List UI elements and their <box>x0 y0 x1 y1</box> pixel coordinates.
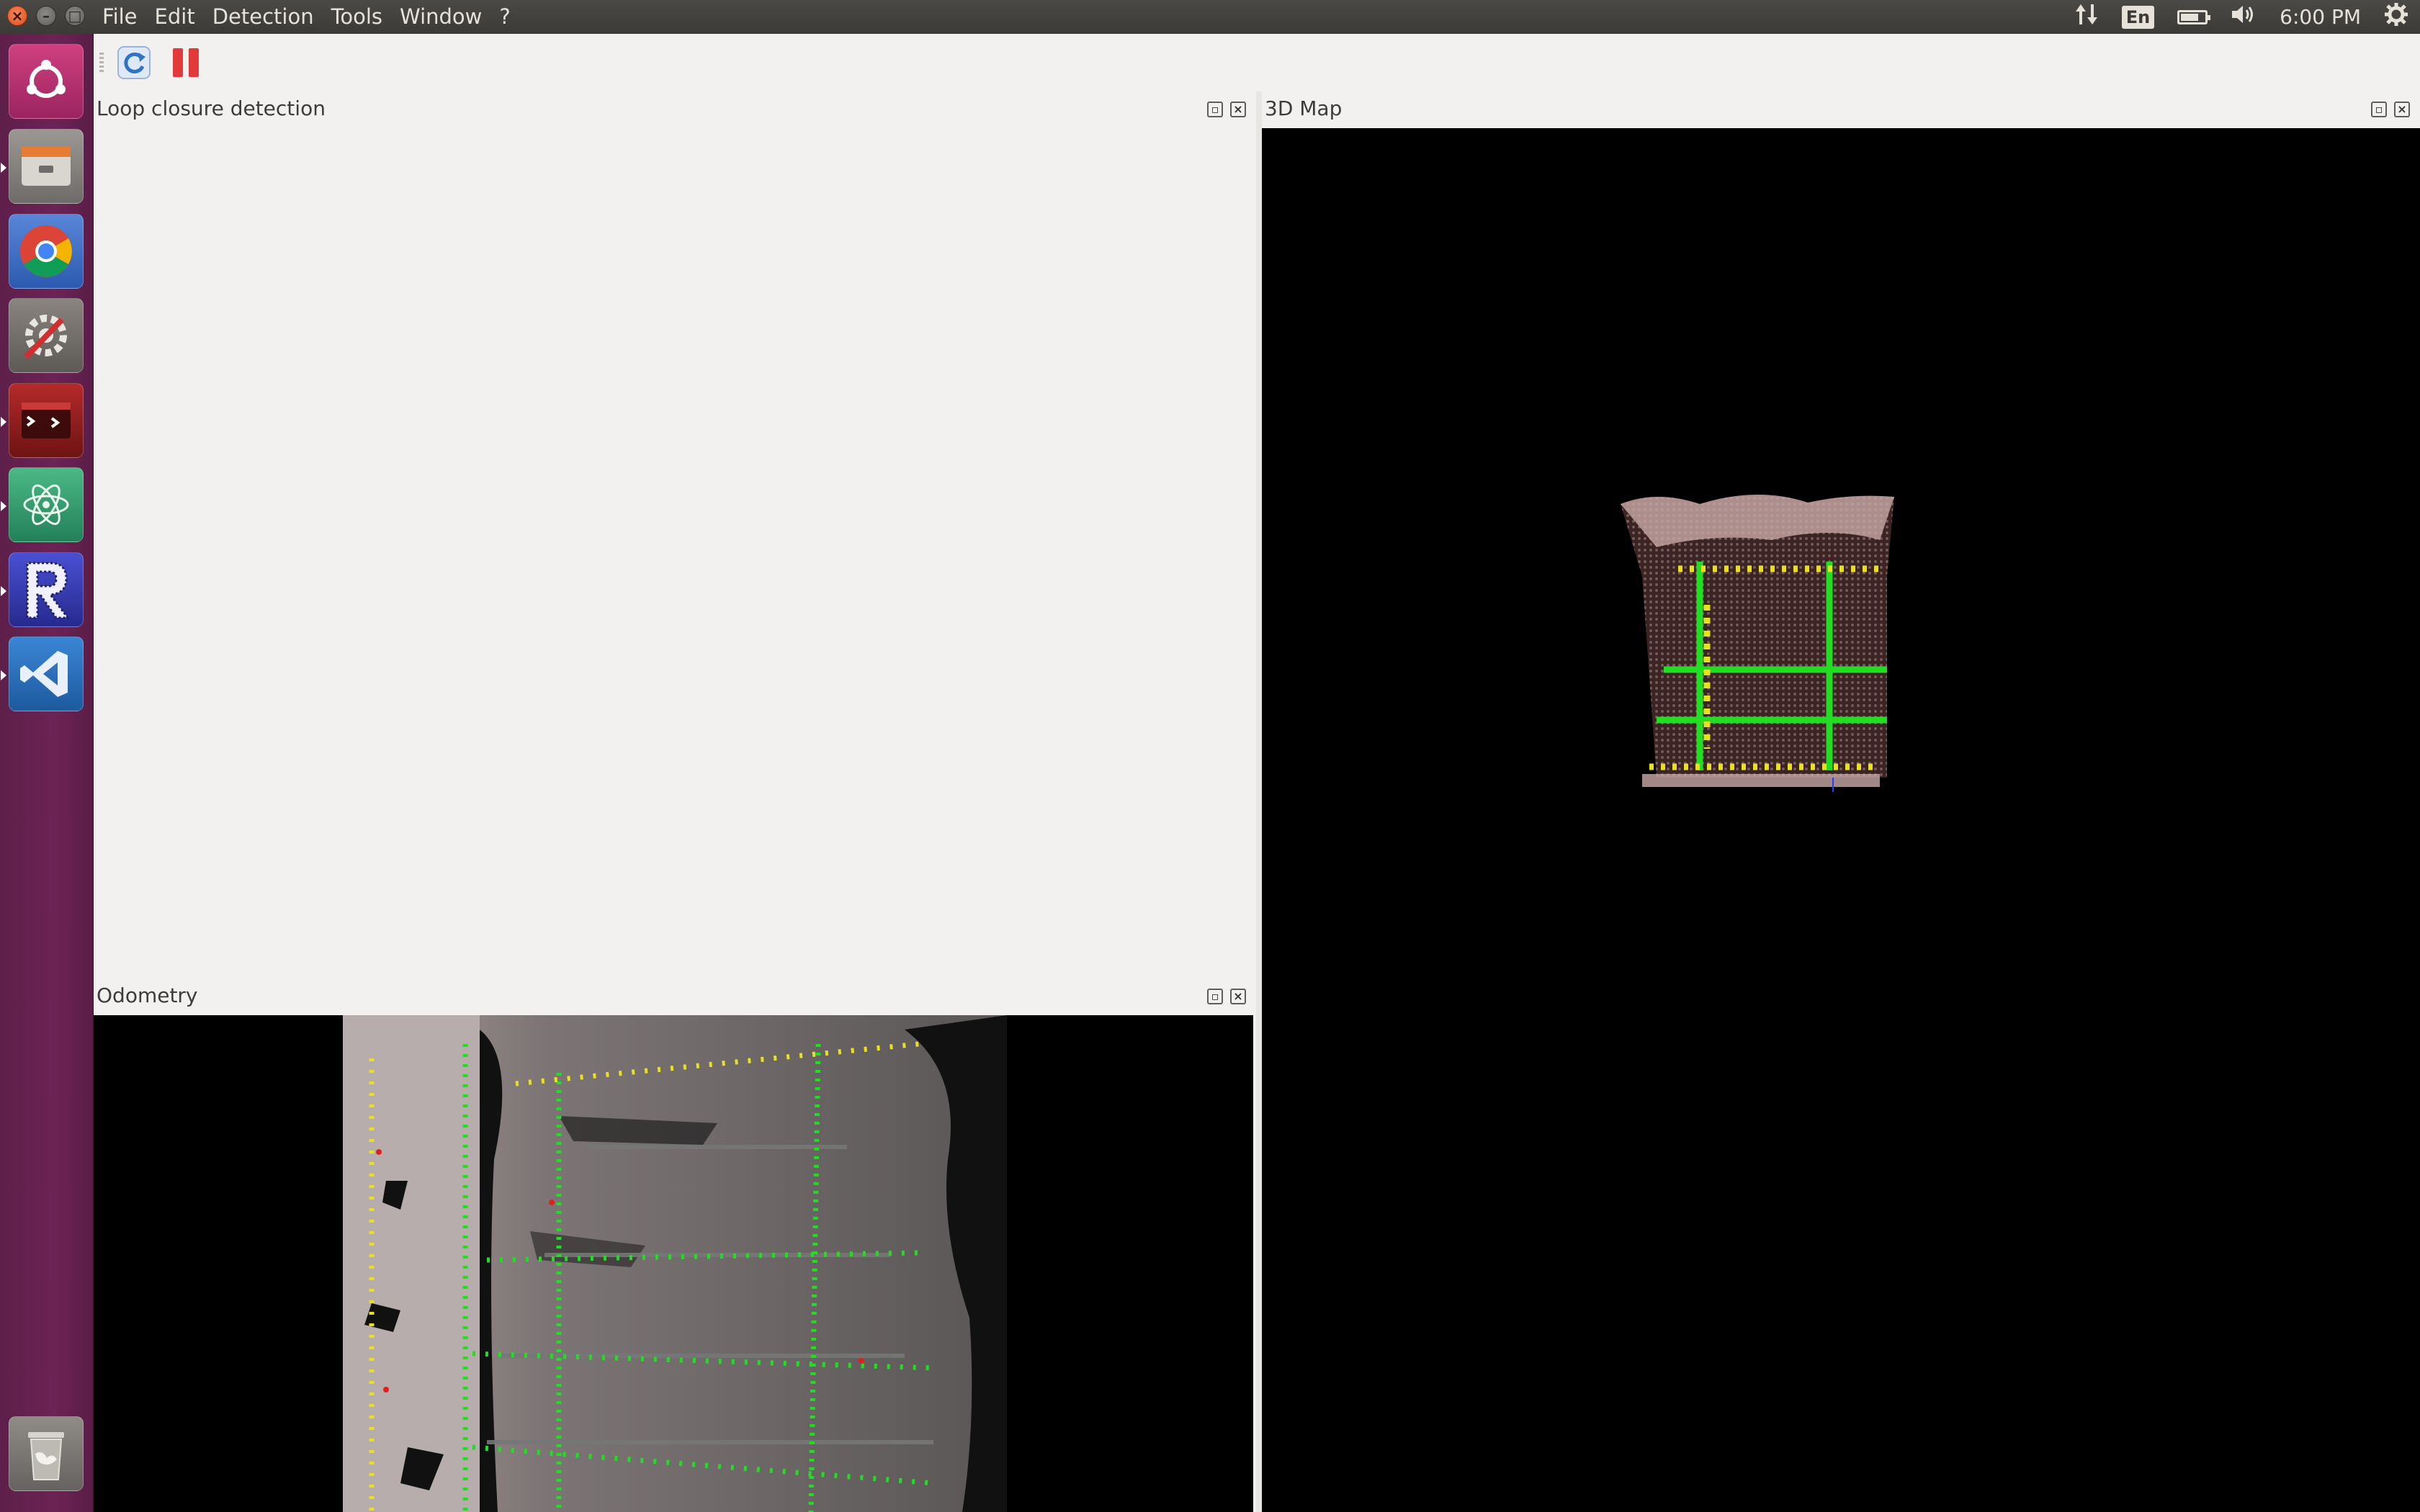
files-icon[interactable] <box>1 129 84 204</box>
menu-edit[interactable]: Edit <box>146 0 204 34</box>
refresh-button[interactable] <box>117 45 151 80</box>
rtabmap-icon[interactable] <box>1 552 84 627</box>
loop-closure-dock-buttons: ▫ × <box>1207 102 1246 117</box>
menu-help[interactable]: ? <box>490 0 519 34</box>
network-transfer-icon[interactable] <box>2074 3 2099 31</box>
map3d-panel-title: 3D Map <box>1265 96 1343 120</box>
system-settings-icon[interactable] <box>9 298 84 373</box>
pause-icon <box>173 48 199 77</box>
map3d-float-button[interactable]: ▫ <box>2371 102 2387 117</box>
minimize-icon: – <box>42 7 50 24</box>
odometry-panel-title: Odometry <box>97 984 198 1007</box>
dock-splitter[interactable] <box>1256 91 1262 1512</box>
odometry-dock-buttons: ▫ × <box>1207 989 1246 1004</box>
map3d-close-button[interactable]: × <box>2394 102 2410 117</box>
gear-icon[interactable] <box>2384 2 2408 32</box>
menu-tools[interactable]: Tools <box>323 0 391 34</box>
odometry-float-button[interactable]: ▫ <box>1207 989 1223 1004</box>
close-icon: × <box>11 7 24 24</box>
battery-icon[interactable] <box>2177 9 2211 24</box>
loop-closure-panel-title: Loop closure detection <box>97 96 326 120</box>
maximize-icon: □ <box>68 7 82 24</box>
map3d-view[interactable] <box>1262 128 2420 1512</box>
loop-closure-view[interactable] <box>94 126 1253 968</box>
loop-closure-float-button[interactable]: ▫ <box>1207 102 1223 117</box>
indicator-area: En 6:00 PM <box>2063 0 2420 34</box>
loop-closure-close-button[interactable]: × <box>1230 102 1246 117</box>
odometry-camera-image <box>343 1015 1007 1512</box>
terminal-icon[interactable] <box>1 383 84 458</box>
main-toolbar <box>94 34 2420 91</box>
atom-icon[interactable] <box>1 467 84 542</box>
unity-launcher <box>0 34 94 1512</box>
keyboard-language-indicator[interactable]: En <box>2121 5 2155 29</box>
point-cloud-render <box>1621 494 1894 792</box>
odometry-close-button[interactable]: × <box>1230 989 1246 1004</box>
clock[interactable]: 6:00 PM <box>2280 5 2361 29</box>
pause-button[interactable] <box>169 45 203 80</box>
window-minimize-button[interactable]: – <box>36 6 56 26</box>
trash-icon[interactable] <box>9 1416 84 1491</box>
system-top-bar: × – □ File Edit Detection Tools Window ?… <box>0 0 2420 34</box>
menu-detection[interactable]: Detection <box>204 0 323 34</box>
menu-file[interactable]: File <box>94 0 146 34</box>
refresh-icon <box>117 46 151 79</box>
ubuntu-dash-icon[interactable] <box>9 44 84 119</box>
menu-window[interactable]: Window <box>391 0 490 34</box>
window-close-button[interactable]: × <box>7 6 27 26</box>
window-maximize-button[interactable]: □ <box>65 6 85 26</box>
menu-bar: File Edit Detection Tools Window ? <box>94 0 519 34</box>
chrome-icon[interactable] <box>9 214 84 289</box>
volume-icon[interactable] <box>2231 4 2257 30</box>
toolbar-grip[interactable] <box>99 53 104 73</box>
battery-level-fill <box>2181 13 2199 21</box>
map3d-dock-buttons: ▫ × <box>2371 102 2410 117</box>
vscode-icon[interactable] <box>1 636 84 711</box>
